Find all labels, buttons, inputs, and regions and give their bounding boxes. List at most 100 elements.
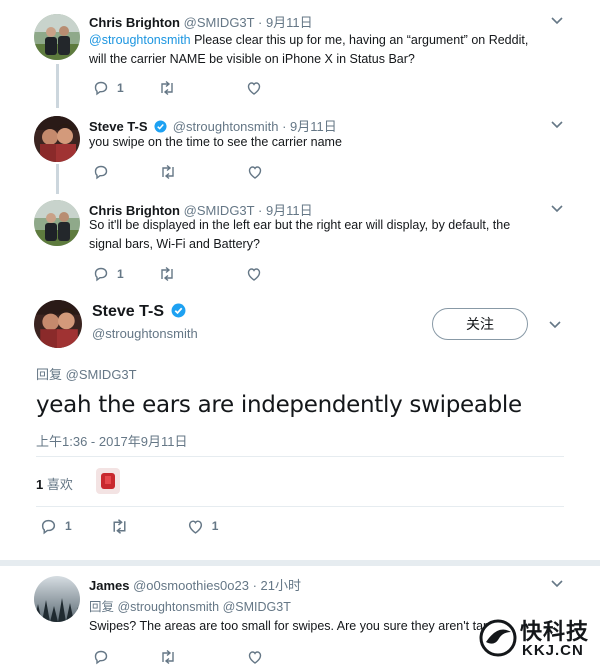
tweet-text-line: Please clear this up for me, having an “… bbox=[190, 33, 529, 47]
chevron-down-icon[interactable] bbox=[548, 320, 562, 330]
retweet-button[interactable] bbox=[159, 164, 185, 180]
like-button[interactable] bbox=[246, 80, 270, 96]
mention-link[interactable]: @SMIDG3T bbox=[66, 367, 137, 382]
liker-avatar-icon bbox=[101, 473, 115, 489]
avatar-photo-icon bbox=[34, 200, 80, 246]
like-button[interactable] bbox=[246, 266, 270, 282]
likes-summary[interactable]: 1 喜欢 bbox=[36, 474, 73, 493]
tweet-actions bbox=[93, 648, 299, 666]
mention-link[interactable]: @stroughtonsmith bbox=[89, 33, 191, 47]
like-button[interactable] bbox=[247, 164, 271, 180]
handle[interactable]: @stroughtonsmith bbox=[173, 119, 279, 134]
reply-count: 1 bbox=[117, 267, 124, 281]
tweet-text: you swipe on the time to see the carrier… bbox=[89, 133, 342, 152]
like-button[interactable] bbox=[247, 649, 271, 665]
retweet-button[interactable] bbox=[159, 649, 185, 665]
tweet-date[interactable]: · 9月11日 bbox=[258, 15, 313, 30]
like-icon bbox=[247, 268, 260, 281]
avatar[interactable] bbox=[34, 576, 80, 622]
reply-button[interactable]: 1 bbox=[40, 518, 72, 535]
tweet-text: @stroughtonsmith Please clear this up fo… bbox=[89, 31, 528, 69]
reply-to-line: 回复 @stroughtonsmith @SMIDG3T bbox=[89, 596, 291, 615]
like-icon bbox=[247, 82, 260, 95]
chevron-down-icon[interactable] bbox=[550, 204, 564, 214]
thread-tweet[interactable]: Steve T-S @stroughtonsmith · 9月11日 you s… bbox=[0, 108, 600, 188]
likes-label: 喜欢 bbox=[43, 477, 73, 492]
like-icon bbox=[248, 651, 262, 664]
retweet-icon bbox=[160, 80, 173, 96]
thread-tweet[interactable]: Chris Brighton @SMIDG3T · 9月11日 @strough… bbox=[0, 0, 600, 100]
tweet-header: James @o0smoothies0o23 · 21小时 bbox=[89, 575, 301, 594]
tweet-actions bbox=[93, 163, 299, 181]
avatar[interactable] bbox=[34, 300, 82, 348]
watermark-logo-icon bbox=[479, 619, 517, 657]
tweet-text-line: signal bars, Wi-Fi and Battery? bbox=[89, 237, 260, 251]
site-watermark: 快科技 KKJ.CN bbox=[478, 612, 594, 664]
reply-icon bbox=[94, 81, 108, 96]
retweet-button[interactable] bbox=[158, 266, 184, 282]
avatar-photo-icon bbox=[34, 576, 80, 622]
tweet-text-line: you swipe on the time to see the carrier… bbox=[89, 135, 342, 149]
reply-count: 1 bbox=[65, 519, 72, 533]
retweet-button[interactable] bbox=[158, 80, 184, 96]
reply-button[interactable]: 1 bbox=[93, 266, 124, 282]
display-name[interactable]: Steve T-S bbox=[92, 303, 164, 320]
reply-icon bbox=[41, 519, 56, 534]
avatar-photo-icon bbox=[34, 300, 82, 348]
divider bbox=[36, 456, 564, 457]
tweet-date[interactable]: · 21小时 bbox=[253, 578, 301, 593]
tweet-text: Swipes? The areas are too small for swip… bbox=[89, 619, 504, 633]
chevron-down-icon[interactable] bbox=[550, 579, 564, 589]
follow-button[interactable]: 关注 bbox=[432, 308, 528, 340]
display-name[interactable]: Chris Brighton bbox=[89, 15, 180, 30]
tweet-header: Chris Brighton @SMIDG3T · 9月11日 bbox=[89, 12, 313, 31]
like-icon bbox=[188, 519, 202, 534]
tweet-date[interactable]: · 9月11日 bbox=[282, 119, 337, 134]
avatar-photo-icon bbox=[34, 116, 80, 162]
avatar-photo-icon bbox=[34, 14, 80, 60]
tweet-text: So it'll be displayed in the left ear bu… bbox=[89, 216, 510, 254]
retweet-button[interactable] bbox=[110, 518, 137, 535]
reply-button[interactable] bbox=[93, 649, 117, 665]
retweet-icon bbox=[162, 649, 174, 665]
verified-badge-icon bbox=[172, 303, 186, 318]
reply-button[interactable]: 1 bbox=[93, 80, 124, 96]
reply-icon bbox=[94, 650, 108, 665]
tweet-text-line: will the carrier NAME be visible on iPho… bbox=[89, 52, 415, 66]
display-name[interactable]: Steve T-S bbox=[89, 119, 148, 134]
retweet-icon bbox=[162, 164, 174, 180]
handle[interactable]: @stroughtonsmith bbox=[92, 326, 198, 341]
like-icon bbox=[248, 166, 262, 179]
thread-line bbox=[56, 64, 59, 108]
divider bbox=[36, 506, 564, 507]
reply-button[interactable] bbox=[93, 164, 117, 180]
chevron-down-icon[interactable] bbox=[550, 16, 564, 26]
reply-icon bbox=[94, 267, 108, 282]
display-name[interactable]: James bbox=[89, 578, 129, 593]
tweet-text-line: So it'll be displayed in the left ear bu… bbox=[89, 218, 511, 232]
focused-tweet: Steve T-S @stroughtonsmith 关注 回复 @SMIDG3… bbox=[0, 288, 600, 560]
avatar[interactable] bbox=[34, 200, 80, 246]
avatar[interactable] bbox=[34, 116, 80, 162]
thread-tweet[interactable]: Chris Brighton @SMIDG3T · 9月11日 So it'll… bbox=[0, 192, 600, 288]
chevron-down-icon[interactable] bbox=[550, 120, 564, 130]
like-count: 1 bbox=[211, 519, 219, 533]
watermark-domain: KKJ.CN bbox=[522, 642, 584, 659]
tweet-actions: 1 bbox=[93, 79, 298, 97]
focused-tweet-text: yeah the ears are independently swipeabl… bbox=[36, 392, 522, 418]
like-button[interactable]: 1 bbox=[187, 518, 219, 535]
verified-badge-icon bbox=[154, 120, 167, 133]
reply-icon bbox=[94, 165, 108, 180]
retweet-icon bbox=[113, 518, 126, 534]
avatar[interactable] bbox=[34, 14, 80, 60]
focused-name-row: Steve T-S bbox=[92, 303, 186, 321]
mention-link[interactable]: @stroughtonsmith @SMIDG3T bbox=[117, 600, 290, 614]
thread-line bbox=[56, 164, 59, 194]
handle[interactable]: @o0smoothies0o23 bbox=[133, 578, 249, 593]
handle[interactable]: @SMIDG3T bbox=[184, 15, 255, 30]
tweet-actions: 1 1 bbox=[40, 517, 246, 535]
tweet-actions: 1 bbox=[93, 265, 298, 283]
liker-avatar[interactable] bbox=[96, 468, 120, 494]
tweet-timestamp[interactable]: 上午1:36 - 2017年9月11日 bbox=[36, 431, 188, 450]
reply-count: 1 bbox=[117, 81, 124, 95]
